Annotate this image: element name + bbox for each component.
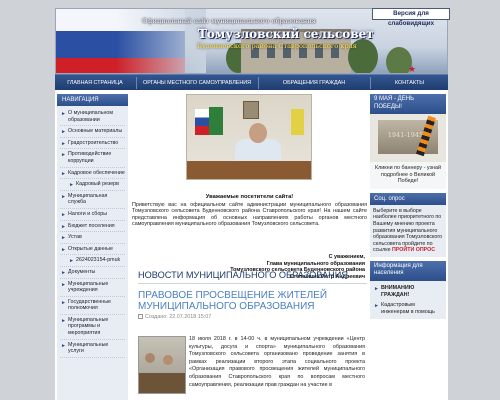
sidebar-item-label: Основные материалы — [68, 128, 123, 135]
main-nav: ГЛАВНАЯ СТРАНИЦА ОРГАНЫ МЕСТНОГО САМОУПР… — [55, 74, 448, 90]
signature-line: С уважением, — [328, 254, 365, 260]
article-title-link[interactable]: ПРАВОВОЕ ПРОСВЕЩЕНИЕ ЖИТЕЛЕЙ МУНИЦИПАЛЬН… — [138, 290, 367, 312]
sidebar-item[interactable]: ► 2624023154-pmuk — [60, 255, 125, 267]
info-item-label: Кадастровым инженерам в помощь — [381, 302, 435, 315]
news-section-title: НОВОСТИ МУНИЦИПАЛЬНОГО ОБРАЗОВАНИЯ — [138, 270, 349, 280]
bullet-arrow-icon: ► — [61, 129, 66, 136]
poll-heading: Соц. опрос — [370, 192, 446, 205]
site-region: Буденновского района Ставропольского кра… — [197, 42, 357, 50]
bullet-arrow-icon: ► — [61, 269, 66, 276]
bullet-arrow-icon: ► — [61, 342, 66, 349]
info-item-label: ВНИМАНИЮ ГРАЖДАН! — [381, 284, 415, 298]
divider — [138, 283, 367, 284]
site-subtitle: Официальный сайт муниципального образова… — [142, 17, 316, 25]
info-item[interactable]: ► Кадастровым инженерам в помощь — [373, 300, 443, 317]
sidebar-item-label: Бюджет поселения — [68, 222, 115, 229]
sidebar-item[interactable]: ► Муниципальные программы и мероприятия — [60, 315, 125, 340]
calendar-icon — [138, 314, 143, 319]
bullet-arrow-icon: ► — [61, 299, 66, 306]
sidebar-item[interactable]: ► Основные материалы — [60, 126, 125, 138]
sidebar-item[interactable]: ► Бюджет поселения — [60, 221, 125, 233]
sidebar-item[interactable]: ► Муниципальная служба — [60, 191, 125, 209]
bullet-arrow-icon: ► — [61, 193, 66, 200]
greeting-title: Уважаемые посетители сайта! — [205, 194, 294, 200]
right-sidebar: 9 МАЯ - ДЕНЬ ПОБЕДЫ! 1941-1945 Кликни по… — [370, 94, 446, 400]
sidebar-item-label: Кадровое обеспечение — [68, 169, 125, 176]
sidebar-item-label: Документы — [68, 268, 96, 275]
sidebar-item[interactable]: ► Налоги и сборы — [60, 209, 125, 221]
take-poll-link[interactable]: ПРОЙТИ ОПРОС — [392, 247, 435, 253]
site-title[interactable]: Томузловский сельсовет — [198, 27, 374, 41]
poll-box: Соц. опрос Выберите в выборе наиболее пр… — [370, 192, 446, 257]
nav-home[interactable]: ГЛАВНАЯ СТРАНИЦА — [55, 75, 135, 91]
page: Официальный сайт муниципального образова… — [0, 0, 500, 400]
sidebar-item[interactable]: ► Муниципальные услуги — [60, 340, 125, 358]
nav-contacts[interactable]: КОНТАКТЫ — [371, 75, 448, 91]
sidebar-item-label: Противодействие коррупции — [68, 151, 112, 164]
head-of-administration-photo — [186, 94, 312, 180]
sidebar-item[interactable]: ► Противодействие коррупции — [60, 149, 125, 168]
bullet-arrow-icon: ► — [61, 281, 66, 288]
sidebar-item-label: Муниципальные программы и мероприятия — [68, 316, 109, 337]
article-text: 18 июля 2018 г. в 14-00 ч. в муниципальн… — [189, 336, 365, 388]
sidebar-item[interactable]: ► Градостроительство — [60, 138, 125, 150]
info-list: ► ВНИМАНИЮ ГРАЖДАН! ► Кадастровым инженерам… — [370, 280, 446, 320]
info-item[interactable]: ► ВНИМАНИЮ ГРАЖДАН! — [373, 283, 443, 300]
bullet-arrow-icon: ► — [61, 211, 66, 218]
greeting-text: Приветствую вас на официальном сайте адм… — [132, 202, 367, 228]
sidebar-item-label: Муниципальные учреждения — [68, 280, 109, 294]
sidebar-item[interactable]: ► Кадровый резерв — [60, 179, 125, 191]
sidebar-item[interactable]: ► Документы — [60, 267, 125, 279]
sidebar-item-label: Открытые данные — [68, 245, 113, 252]
sidebar-item-label: Устав — [68, 234, 82, 241]
article-image[interactable] — [138, 336, 186, 394]
banner-years: 1941-1945 — [388, 132, 424, 139]
sidebar-item[interactable]: ► О муниципальном образовании — [60, 108, 125, 127]
victory-day-banner[interactable]: 1941-1945 — [370, 114, 446, 162]
bullet-arrow-icon: ► — [69, 182, 74, 189]
bullet-arrow-icon: ► — [374, 303, 379, 310]
sidebar-item-label: Кадровый резерв — [76, 181, 119, 188]
navigation-heading: НАВИГАЦИЯ — [57, 94, 128, 106]
poll-body: Выберите в выборе наиболее приоритетного… — [370, 205, 446, 257]
bullet-arrow-icon: ► — [61, 223, 66, 230]
sidebar-item-label: Налоги и сборы — [68, 210, 108, 217]
sidebar-item[interactable]: ► Кадровое обеспечение — [60, 168, 125, 180]
bullet-arrow-icon: ► — [61, 111, 66, 117]
bullet-arrow-icon: ► — [374, 285, 379, 292]
article-date-text: Создано: 22.07.2018 15:07 — [145, 314, 212, 320]
article-date: Создано: 22.07.2018 15:07 — [138, 314, 211, 320]
bullet-arrow-icon: ► — [61, 140, 66, 147]
nav-appeals[interactable]: ОБРАЩЕНИЯ ГРАЖДАН — [259, 75, 369, 91]
star-emblem-icon: ★ — [408, 65, 417, 74]
bullet-arrow-icon: ► — [61, 170, 66, 177]
sidebar-item-label: О муниципальном образовании — [68, 110, 113, 123]
nav-government[interactable]: ОРГАНЫ МЕСТНОГО САМОУПРАВЛЕНИЯ — [137, 75, 257, 91]
bullet-arrow-icon: ► — [69, 258, 74, 265]
victory-day-heading: 9 МАЯ - ДЕНЬ ПОБЕДЫ! — [370, 94, 446, 114]
sidebar-item[interactable]: ► Устав — [60, 232, 125, 244]
banner-caption: Кликни по баннеру - узнай подробнее о Ве… — [370, 162, 446, 189]
bullet-arrow-icon: ► — [61, 152, 66, 159]
info-heading: Информация для населения — [370, 260, 446, 281]
sidebar-item[interactable]: ► Открытые данные — [60, 244, 125, 256]
bullet-arrow-icon: ► — [61, 235, 66, 242]
sidebar-item-label: 2624023154-pmuk — [76, 257, 121, 264]
navigation-list: ► О муниципальном образовании ► Основные ма… — [57, 106, 128, 358]
left-sidebar: НАВИГАЦИЯ ► О муниципальном образовании ► О… — [57, 94, 128, 400]
sidebar-item-label: Государственные полномочия — [68, 298, 111, 312]
sidebar-item[interactable]: ► Муниципальные учреждения — [60, 279, 125, 297]
sidebar-item-label: Муниципальные услуги — [68, 341, 109, 355]
low-vision-version-button[interactable]: Версия для слабовидящих — [372, 8, 450, 27]
sidebar-item-label: Муниципальная служба — [68, 192, 108, 206]
main-content: Уважаемые посетители сайта! Приветствую … — [132, 94, 367, 400]
bullet-arrow-icon: ► — [61, 246, 66, 253]
bullet-arrow-icon: ► — [61, 317, 66, 324]
sidebar-item[interactable]: ► Государственные полномочия — [60, 297, 125, 315]
sidebar-item-label: Градостроительство — [68, 139, 119, 146]
